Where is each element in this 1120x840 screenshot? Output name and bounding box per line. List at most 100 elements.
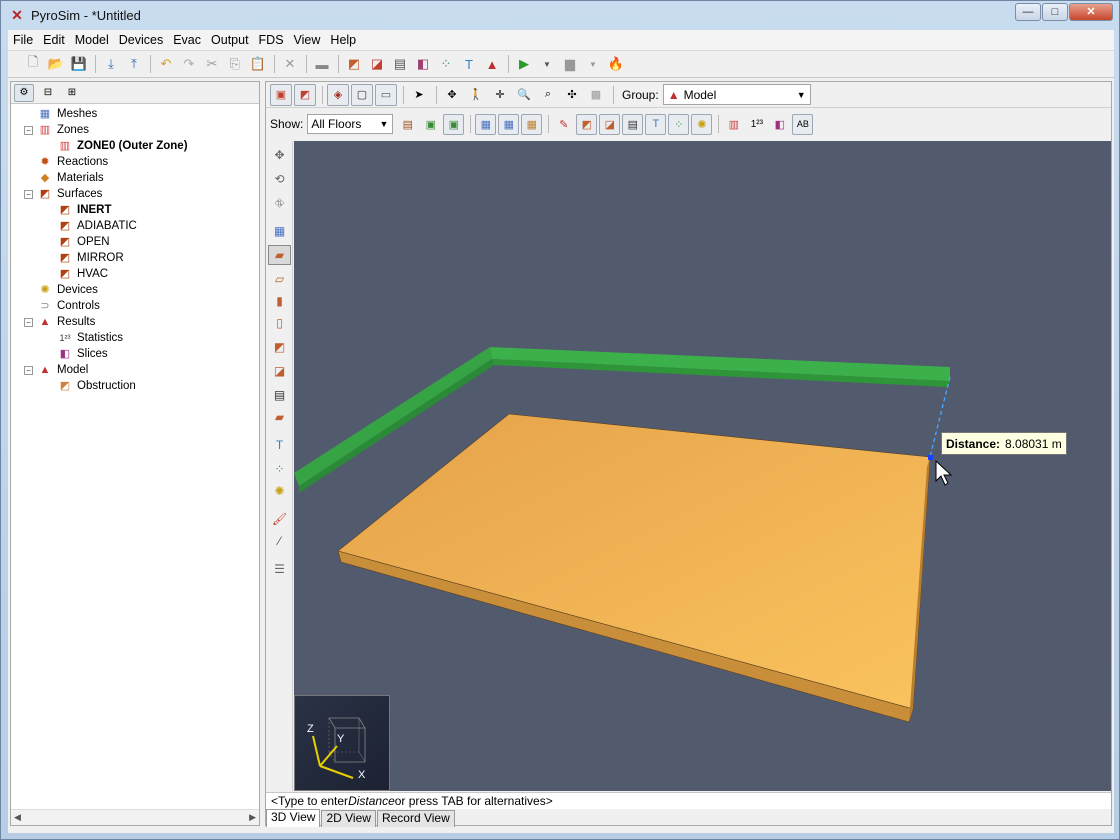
collapse-all-icon[interactable]: ⊟ [38, 84, 58, 102]
show-statistics-icon[interactable]: 1²³ [746, 114, 767, 135]
results-dropdown-icon[interactable]: ▼ [582, 53, 604, 75]
tree-item-controls[interactable]: ⊃ Controls [11, 298, 259, 314]
show-mesh-icon[interactable]: ▦ [475, 113, 497, 135]
filter-icon[interactable]: ⚙ [14, 83, 34, 102]
3d-viewport[interactable]: Distance: 8.08031 m Z Y X [294, 141, 1111, 791]
tree-item-model[interactable]: − ▲ Model [11, 362, 259, 378]
show-devices-icon[interactable]: ✺ [691, 113, 713, 135]
tree-item-inert[interactable]: ◩ INERT [11, 202, 259, 218]
tree-item-zones[interactable]: − ▥ Zones [11, 122, 259, 138]
minimize-button[interactable]: — [1015, 3, 1041, 21]
draw-hole-icon[interactable]: ◪ [268, 361, 291, 381]
new-group-icon[interactable]: ▲ [481, 53, 503, 75]
draw-vent-icon[interactable]: ▤ [268, 385, 291, 405]
tab-3d-view[interactable]: 3D View [266, 809, 321, 827]
tree-item-obstruction[interactable]: ◩ Obstruction [11, 378, 259, 394]
show-obstructions-icon[interactable]: ◩ [576, 113, 598, 135]
floor-filter-icon[interactable]: ▤ [397, 114, 418, 135]
menu-help[interactable]: Help [325, 33, 361, 47]
view-wireframe-icon[interactable]: ▭ [375, 83, 397, 106]
fit-view-icon[interactable]: ▩ [585, 84, 607, 106]
scroll-right-icon[interactable]: ▶ [249, 812, 256, 823]
draw-hvac-icon[interactable]: ⁘ [268, 459, 291, 479]
slab-top-face[interactable] [337, 413, 931, 710]
tree-item-results[interactable]: − ▲ Results [11, 314, 259, 330]
save-icon[interactable]: 💾 [68, 53, 90, 75]
draw-block-icon[interactable]: ▯ [268, 313, 291, 333]
new-text-icon[interactable]: T [458, 53, 480, 75]
tree-item-mirror[interactable]: ◩ MIRROR [11, 250, 259, 266]
open-folder-icon[interactable]: 📂 [45, 53, 67, 75]
pan-icon[interactable]: ✛ [489, 84, 511, 106]
draw-text-icon[interactable]: T [268, 435, 291, 455]
cut-icon[interactable]: ✂ [201, 53, 223, 75]
horizontal-scrollbar[interactable]: ◀ ▶ [11, 809, 259, 825]
show-paths-icon[interactable]: ✎ [553, 114, 574, 135]
show-labels-icon[interactable]: AB [792, 113, 814, 135]
view-outline-icon[interactable]: ▢ [351, 83, 373, 106]
menu-view[interactable]: View [289, 33, 326, 47]
roam-tool-icon[interactable]: ⛗ [268, 193, 291, 213]
paint-icon[interactable]: 🖌 [268, 509, 291, 529]
zoom-icon[interactable]: 🔍 [513, 84, 535, 106]
view-solid-icon[interactable]: ◩ [294, 83, 316, 106]
floor-select[interactable]: All Floors ▼ [307, 114, 394, 134]
undo-icon[interactable]: ↶ [155, 53, 177, 75]
command-line[interactable]: <Type to enter Distance or press TAB for… [266, 792, 1111, 809]
tree-item-meshes[interactable]: ▦ Meshes [11, 106, 259, 122]
select-pointer-icon[interactable]: ➤ [408, 84, 430, 106]
draw-wall-icon[interactable]: ▮ [268, 291, 291, 311]
menu-edit[interactable]: Edit [38, 33, 70, 47]
tree-item-statistics[interactable]: 1²³ Statistics [11, 330, 259, 346]
walk-icon[interactable]: 🚶 [465, 84, 487, 106]
tree-item-hvac[interactable]: ◩ HVAC [11, 266, 259, 282]
redo-icon[interactable]: ↷ [178, 53, 200, 75]
show-background-icon[interactable]: ▣ [443, 113, 465, 135]
show-mesh-outline-icon[interactable]: ▦ [498, 113, 520, 135]
maximize-button[interactable]: □ [1042, 3, 1068, 21]
run-dropdown-icon[interactable]: ▼ [536, 53, 558, 75]
show-zones-icon[interactable]: ▥ [723, 114, 744, 135]
tree-item-adiabatic[interactable]: ◩ ADIABATIC [11, 218, 259, 234]
show-text-icon[interactable]: T [645, 113, 667, 135]
new-slice-icon[interactable]: ◧ [412, 53, 434, 75]
view-box-icon[interactable]: ▣ [270, 83, 292, 106]
tool-options-icon[interactable]: ☰ [268, 559, 291, 579]
tab-record-view[interactable]: Record View [376, 810, 455, 827]
show-mesh-cells-icon[interactable]: ▦ [521, 113, 543, 135]
group-select[interactable]: ▲ Model ▼ [662, 84, 811, 105]
scroll-left-icon[interactable]: ◀ [14, 812, 21, 823]
expand-all-icon[interactable]: ⊞ [62, 84, 82, 102]
copy-icon[interactable]: ⎘ [224, 53, 246, 75]
orbit-icon[interactable]: ✥ [441, 84, 463, 106]
orbit-tool-icon[interactable]: ✥ [268, 145, 291, 165]
menu-fds[interactable]: FDS [254, 33, 289, 47]
export-icon[interactable]: ⤒ [123, 53, 145, 75]
draw-device-icon[interactable]: ✺ [268, 481, 291, 501]
title-bar[interactable]: ✕ PyroSim - *Untitled — □ ✕ [1, 1, 1119, 29]
menu-model[interactable]: Model [70, 33, 114, 47]
zoom-box-icon[interactable]: ⌕ [537, 84, 559, 106]
center-icon[interactable]: ✣ [561, 84, 583, 106]
collapse-toggle-icon[interactable]: − [24, 125, 33, 135]
new-vent-icon[interactable]: ▤ [389, 53, 411, 75]
draw-slab-icon[interactable]: ▰ [268, 245, 291, 265]
paste-icon[interactable]: 📋 [247, 53, 269, 75]
new-file-icon[interactable]: 🗋 [22, 53, 44, 75]
menu-output[interactable]: Output [206, 33, 254, 47]
draw-mesh-icon[interactable]: ▦ [268, 221, 291, 241]
menu-file[interactable]: File [8, 33, 38, 47]
new-hole-icon[interactable]: ◪ [366, 53, 388, 75]
draw-stair-icon[interactable]: ▰ [268, 407, 291, 427]
background-image-icon[interactable]: ▣ [420, 114, 441, 135]
tree-item-open[interactable]: ◩ OPEN [11, 234, 259, 250]
smokeview-icon[interactable]: 🔥 [605, 53, 627, 75]
tree-item-slices[interactable]: ◧ Slices [11, 346, 259, 362]
tree-item-surfaces[interactable]: − ◩ Surfaces [11, 186, 259, 202]
show-hvac-icon[interactable]: ⁘ [668, 113, 690, 135]
menu-devices[interactable]: Devices [114, 33, 168, 47]
rotate-tool-icon[interactable]: ⟲ [268, 169, 291, 189]
draw-room-icon[interactable]: ▱ [268, 269, 291, 289]
tab-2d-view[interactable]: 2D View [321, 810, 376, 827]
results-icon[interactable]: ▆ [559, 53, 581, 75]
